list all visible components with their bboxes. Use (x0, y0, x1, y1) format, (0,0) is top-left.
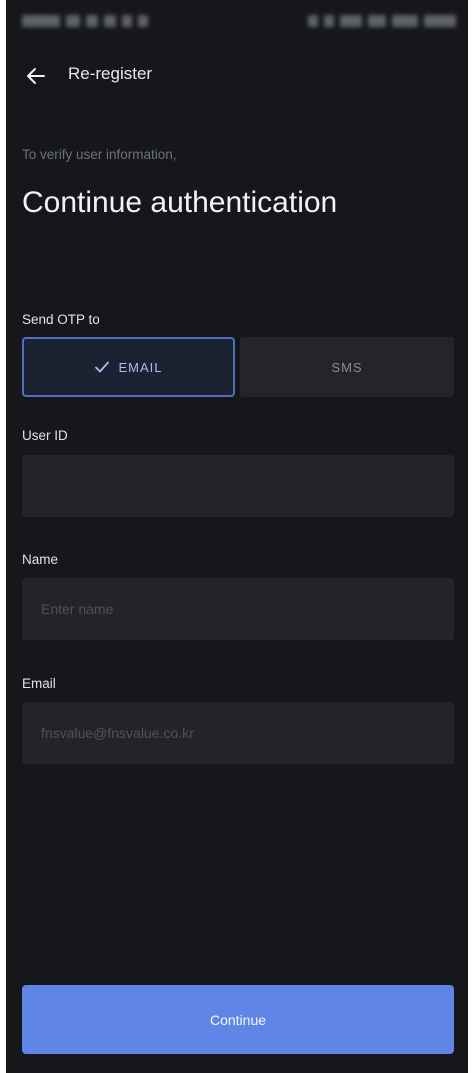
user-id-input[interactable] (41, 478, 435, 494)
otp-option-sms[interactable]: SMS (240, 337, 454, 397)
email-value: fnsvalue@fnsvalue.co.kr (41, 725, 194, 741)
user-id-label: User ID (22, 428, 68, 443)
name-label: Name (22, 552, 59, 567)
check-icon (95, 361, 110, 373)
user-id-field[interactable] (22, 455, 454, 517)
email-field: fnsvalue@fnsvalue.co.kr (22, 702, 454, 764)
app-bar: Re-register (6, 48, 468, 104)
back-button[interactable] (18, 58, 54, 94)
status-bar (6, 0, 468, 44)
arrow-left-icon (27, 68, 45, 84)
continue-button[interactable]: Continue (22, 985, 454, 1054)
otp-option-sms-label: SMS (331, 359, 363, 375)
otp-option-email[interactable]: EMAIL (22, 337, 235, 397)
page-title: Re-register (68, 64, 153, 83)
send-otp-label: Send OTP to (22, 312, 100, 327)
email-label: Email (22, 676, 56, 691)
page-subtitle: To verify user information, (22, 147, 177, 162)
name-field[interactable] (22, 578, 454, 640)
page-heading: Continue authentication (22, 186, 338, 219)
name-input[interactable] (41, 601, 435, 617)
otp-option-email-label: EMAIL (118, 359, 163, 375)
app-screen: Re-register To verify user information, … (6, 0, 468, 1073)
